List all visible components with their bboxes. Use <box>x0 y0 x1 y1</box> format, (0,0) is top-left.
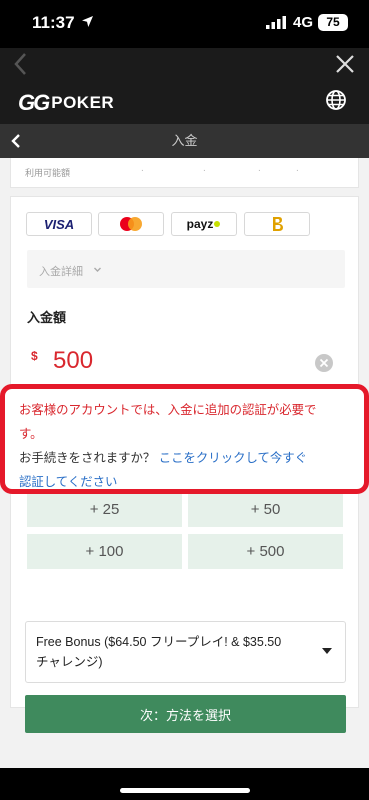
bonus-select[interactable]: Free Bonus ($64.50 フリープレイ! & $35.50 チャレン… <box>25 621 346 683</box>
balance-dot: . <box>141 163 144 174</box>
home-bar <box>0 768 369 800</box>
battery-icon: 75 <box>318 14 348 31</box>
back-arrow-icon[interactable] <box>10 50 32 78</box>
deposit-details-toggle[interactable]: 入金詳細 <box>27 250 345 288</box>
chevron-left-icon[interactable] <box>9 133 23 149</box>
balance-label: 利用可能額 <box>25 168 71 178</box>
amount-input[interactable]: 500 <box>53 347 93 375</box>
network-label: 4G <box>293 14 314 31</box>
balance-dot: . <box>296 163 299 174</box>
ggpoker-logo[interactable]: GG POKER <box>18 89 114 117</box>
status-time: 11:37 <box>32 13 75 32</box>
bonus-text-line2: チャレンジ) <box>36 655 103 669</box>
alert-text-line1: お客様のアカウントでは、入金に追加の認証が必要で <box>19 403 317 417</box>
bitcoin-logo[interactable] <box>244 212 310 236</box>
verification-alert: お客様のアカウントでは、入金に追加の認証が必要で す。 お手続きをされますか？ … <box>0 384 369 494</box>
deposit-details-label: 入金詳細 <box>39 266 83 278</box>
visa-text: VISA <box>43 216 75 232</box>
page-title: 入金 <box>171 133 198 148</box>
verify-now-link-cont[interactable]: 認証してください <box>19 475 117 489</box>
quick-amount-25[interactable]: + 25 <box>27 492 182 527</box>
bitcoin-icon <box>273 217 283 231</box>
payz-text: payz <box>186 217 214 231</box>
bonus-text-line1: Free Bonus ($64.50 フリープレイ! & $35.50 <box>36 635 282 649</box>
balance-card: 利用可能額 . . . . <box>10 158 359 188</box>
caret-down-icon <box>322 648 332 654</box>
brand-header: GG POKER <box>0 82 369 124</box>
chevron-down-icon <box>94 267 101 272</box>
quick-amount-100[interactable]: + 100 <box>27 534 182 569</box>
alert-text-line2: す。 <box>19 427 43 441</box>
payz-logo[interactable]: payz <box>171 212 237 236</box>
next-select-method-button[interactable]: 次：方法を選択 <box>25 695 346 733</box>
logo-gg: GG <box>18 90 50 115</box>
browser-nav-bar <box>0 48 369 82</box>
visa-logo[interactable]: VISA <box>26 212 92 236</box>
amount-heading: 入金額 <box>27 310 67 325</box>
verify-now-link[interactable]: ここをクリックして今すぐ <box>159 451 307 465</box>
currency-symbol: $ <box>31 349 38 363</box>
balance-dot: . <box>203 163 206 174</box>
home-indicator[interactable] <box>120 788 250 793</box>
location-arrow-icon <box>82 16 93 27</box>
logo-poker: POKER <box>51 93 115 112</box>
payz-dot-icon <box>214 221 221 227</box>
mastercard-icon <box>120 217 142 231</box>
cell-signal-icon <box>266 16 286 29</box>
quick-amount-50[interactable]: + 50 <box>188 492 343 527</box>
mastercard-logo[interactable] <box>98 212 164 236</box>
status-bar: 11:37 4G 75 <box>0 0 369 48</box>
balance-dot: . <box>258 163 261 174</box>
page-title-bar: 入金 <box>0 124 369 158</box>
globe-icon[interactable] <box>325 89 347 111</box>
close-icon[interactable] <box>333 52 357 76</box>
clear-icon[interactable] <box>314 353 334 373</box>
quick-amount-500[interactable]: + 500 <box>188 534 343 569</box>
alert-question: お手続きをされますか？ <box>19 451 159 465</box>
